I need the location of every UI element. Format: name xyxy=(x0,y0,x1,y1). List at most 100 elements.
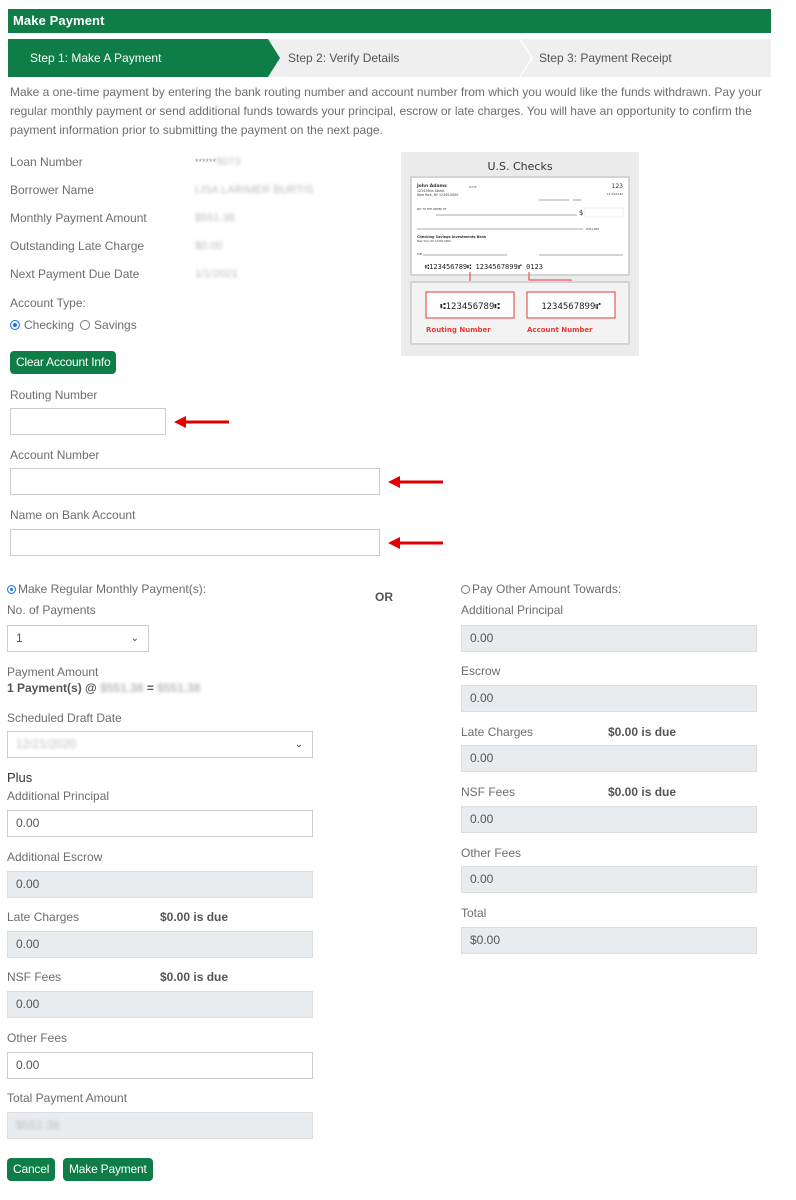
check-micr-line: ⑆123456789⑆ 1234567899⑈ 0123 xyxy=(425,263,543,271)
regular-payment-option[interactable]: Make Regular Monthly Payment(s): xyxy=(7,582,206,596)
add-principal-input[interactable]: 0.00 xyxy=(7,810,313,837)
other-late-charges-label: Late Charges xyxy=(461,725,534,739)
draft-date-value: 12/21/2020 xyxy=(16,737,77,751)
other-fees-label: Other Fees xyxy=(7,1031,68,1045)
other-nsf-label: NSF Fees xyxy=(461,785,516,799)
loan-number-label: Loan Number xyxy=(10,155,83,169)
chevron-down-icon: ⌄ xyxy=(130,633,139,644)
check-date-label: DATE xyxy=(469,185,477,189)
num-payments-label: No. of Payments xyxy=(7,603,96,617)
check-diagram-svg: U.S. Checks John Adams 1234 Main Street … xyxy=(410,160,630,345)
payment-total-amount: $551.38 xyxy=(157,681,201,695)
other-total-label: Total xyxy=(461,906,487,920)
payment-each-amount: $551.38 xyxy=(100,681,144,695)
progress-stepper: Step 1: Make A Payment Step 2: Verify De… xyxy=(8,39,771,77)
other-amount-label[interactable]: Pay Other Amount Towards: xyxy=(472,582,621,596)
monthly-payment-value: $551.38 xyxy=(195,212,235,224)
page-title: Make Payment xyxy=(13,13,105,28)
late-charges-input: 0.00 xyxy=(7,931,313,958)
num-payments-value: 1 xyxy=(16,631,23,645)
clear-account-info-button[interactable]: Clear Account Info xyxy=(10,351,117,374)
other-late-charges-input: 0.00 xyxy=(461,745,757,772)
payment-equals: = xyxy=(146,681,154,695)
check-bank-address: New York, NY 12345-0000 xyxy=(417,239,451,243)
account-type-group: Checking Savings xyxy=(10,318,137,332)
total-payment-input: $551.38 xyxy=(7,1112,313,1139)
borrower-name-label: Borrower Name xyxy=(10,183,95,197)
step-1-make-payment: Step 1: Make A Payment xyxy=(8,39,280,77)
late-charges-label: Late Charges xyxy=(7,910,80,924)
add-escrow-input: 0.00 xyxy=(7,871,313,898)
other-escrow-label: Escrow xyxy=(461,664,501,678)
account-micr: 1234567899⑈ xyxy=(541,302,601,312)
num-payments-select[interactable]: 1 ⌄ xyxy=(7,625,149,652)
loan-number-tail: 5073 xyxy=(216,156,241,168)
check-for-label: FOR xyxy=(417,252,423,256)
routing-caption: Routing Number xyxy=(426,326,491,334)
bank-name-label: Name on Bank Account xyxy=(10,508,136,522)
other-fees-input[interactable]: 0.00 xyxy=(7,1052,313,1079)
late-charge-value: $0.00 xyxy=(195,240,223,252)
other-total-input: $0.00 xyxy=(461,927,757,954)
other-other-fees-input: 0.00 xyxy=(461,866,757,893)
or-divider: OR xyxy=(375,590,393,604)
payment-amount-summary: 1 Payment(s) @ $551.38 = $551.38 xyxy=(7,681,201,695)
check-dollar-sign: $ xyxy=(579,209,583,217)
check-number: 123 xyxy=(612,183,624,190)
check-address-2: New York, NY 12345-0000 xyxy=(417,193,458,197)
borrower-name-value: LISA LARIMER BURTIS xyxy=(195,184,314,196)
bank-name-arrow-icon xyxy=(388,537,443,549)
check-dollars-label: DOLLARS xyxy=(586,227,599,231)
payment-count-text: 1 Payment(s) @ xyxy=(7,681,97,695)
check-title: U.S. Checks xyxy=(487,160,552,173)
routing-number-label: Routing Number xyxy=(10,388,98,402)
nsf-fees-input: 0.00 xyxy=(7,991,313,1018)
total-payment-value: $551.38 xyxy=(16,1118,60,1132)
checking-radio[interactable] xyxy=(10,320,20,330)
cancel-button[interactable]: Cancel xyxy=(7,1158,56,1181)
check-fraction: 12-34/1234 xyxy=(607,192,623,196)
savings-radio[interactable] xyxy=(80,320,91,330)
other-principal-input: 0.00 xyxy=(461,625,757,652)
other-other-fees-label: Other Fees xyxy=(461,846,522,860)
bank-name-input[interactable] xyxy=(10,529,380,556)
chevron-down-icon: ⌄ xyxy=(294,739,303,750)
make-payment-button[interactable]: Make Payment xyxy=(63,1158,153,1181)
us-check-diagram: U.S. Checks John Adams 1234 Main Street … xyxy=(401,152,639,356)
account-arrow-icon xyxy=(388,476,443,488)
other-nsf-due: $0.00 is due xyxy=(608,785,677,799)
account-number-label: Account Number xyxy=(10,448,100,462)
routing-number-input[interactable] xyxy=(10,408,166,435)
savings-label[interactable]: Savings xyxy=(94,318,137,332)
intro-text: Make a one-time payment by entering the … xyxy=(10,85,762,137)
other-amount-option[interactable]: Pay Other Amount Towards: xyxy=(461,582,621,596)
checking-label[interactable]: Checking xyxy=(24,318,74,332)
routing-micr: ⑆123456789⑆ xyxy=(440,302,500,312)
nsf-fees-due: $0.00 is due xyxy=(160,970,229,984)
regular-payment-label[interactable]: Make Regular Monthly Payment(s): xyxy=(18,582,206,596)
check-pay-to: PAY TO THE ORDER OF xyxy=(417,207,447,211)
step-2-verify-details: Step 2: Verify Details xyxy=(288,51,400,65)
add-escrow-label: Additional Escrow xyxy=(7,850,103,864)
regular-payment-radio[interactable] xyxy=(7,584,16,594)
page-header: Make Payment xyxy=(8,9,771,33)
draft-date-select[interactable]: 12/21/2020 ⌄ xyxy=(7,731,313,758)
late-charges-due: $0.00 is due xyxy=(160,910,229,924)
add-principal-label: Additional Principal xyxy=(7,789,110,803)
plus-heading: Plus xyxy=(7,770,33,785)
due-date-value: 1/1/2021 xyxy=(195,268,238,280)
total-payment-label: Total Payment Amount xyxy=(7,1091,128,1105)
other-principal-label: Additional Principal xyxy=(461,603,564,617)
check-bank-name: Checking Savings Investments Bank xyxy=(417,235,487,239)
monthly-payment-label: Monthly Payment Amount xyxy=(10,211,147,225)
account-type-label: Account Type: xyxy=(10,296,86,310)
other-amount-radio[interactable] xyxy=(461,584,470,594)
late-charge-label: Outstanding Late Charge xyxy=(10,239,145,253)
loan-number-mask: ****** xyxy=(195,157,217,167)
account-number-input[interactable] xyxy=(10,468,380,495)
payment-amount-label: Payment Amount xyxy=(7,665,99,679)
step-divider-chevron xyxy=(519,39,533,77)
other-nsf-input: 0.00 xyxy=(461,806,757,833)
account-caption: Account Number xyxy=(527,326,593,334)
draft-date-label: Scheduled Draft Date xyxy=(7,711,122,725)
